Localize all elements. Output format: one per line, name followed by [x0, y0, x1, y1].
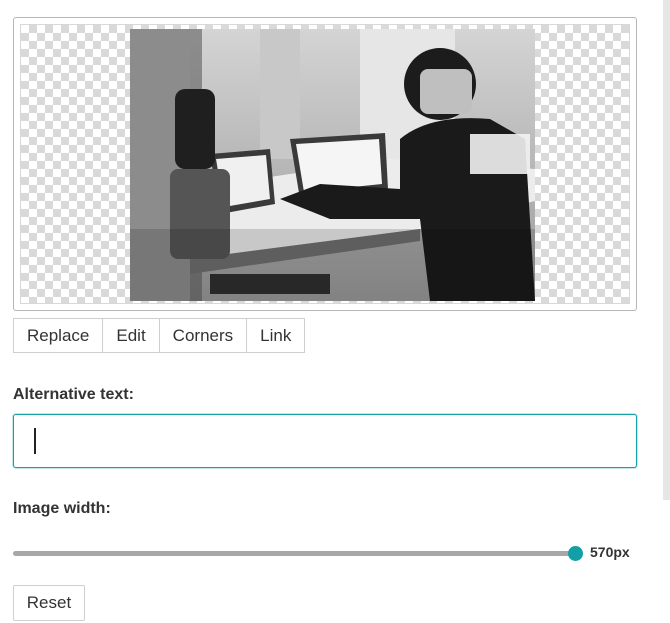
- image-width-slider-track[interactable]: [13, 551, 576, 556]
- scrollbar[interactable]: [663, 0, 670, 500]
- image-width-value: 570px: [590, 544, 630, 560]
- reset-button[interactable]: Reset: [13, 585, 85, 621]
- link-button[interactable]: Link: [247, 319, 305, 352]
- text-caret: [34, 428, 36, 454]
- image[interactable]: [130, 29, 535, 301]
- image-preview: [13, 17, 637, 311]
- corners-button[interactable]: Corners: [159, 319, 248, 352]
- edit-button[interactable]: Edit: [103, 319, 160, 352]
- alternative-text-label: Alternative text:: [13, 386, 134, 403]
- image-width-slider-thumb[interactable]: [568, 546, 583, 561]
- replace-button[interactable]: Replace: [14, 319, 104, 352]
- image-toolbar: Replace Edit Corners Link: [13, 318, 306, 353]
- alternative-text-input[interactable]: [13, 414, 637, 468]
- meeting-photo: [130, 29, 535, 301]
- transparency-checkerboard: [20, 24, 630, 304]
- image-width-label: Image width:: [13, 500, 111, 517]
